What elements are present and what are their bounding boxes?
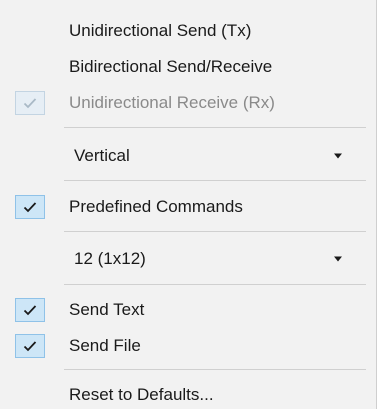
command-count-dropdown-value: 12 (1x12)	[74, 249, 146, 268]
checkmark-icon	[15, 91, 45, 115]
menu-item-label: Bidirectional Send/Receive	[69, 57, 273, 76]
orientation-dropdown[interactable]: Vertical	[0, 139, 368, 173]
menu-item-label: Send Text	[69, 300, 145, 319]
menu-separator	[64, 127, 366, 128]
context-menu: Unidirectional Send (Tx) Bidirectional S…	[0, 0, 377, 409]
chevron-down-icon	[334, 153, 342, 159]
checkmark-icon	[15, 298, 45, 322]
menu-item-send-text[interactable]: Send Text	[0, 293, 368, 327]
command-count-dropdown[interactable]: 12 (1x12)	[0, 242, 368, 276]
menu-item-send-file[interactable]: Send File	[0, 329, 368, 363]
menu-separator	[64, 284, 366, 285]
menu-item-bidirectional[interactable]: Bidirectional Send/Receive	[0, 50, 368, 84]
checkmark-icon	[15, 195, 45, 219]
menu-item-unidirectional-receive: Unidirectional Receive (Rx)	[0, 86, 368, 120]
menu-item-reset-defaults[interactable]: Reset to Defaults...	[0, 378, 368, 412]
menu-item-unidirectional-send[interactable]: Unidirectional Send (Tx)	[0, 14, 368, 48]
menu-item-label: Reset to Defaults...	[69, 385, 214, 404]
menu-item-predefined-commands[interactable]: Predefined Commands	[0, 190, 368, 224]
checkmark-icon	[15, 334, 45, 358]
menu-item-label: Send File	[69, 336, 141, 355]
menu-separator	[64, 180, 366, 181]
menu-separator	[64, 369, 366, 370]
menu-item-label: Unidirectional Send (Tx)	[69, 21, 252, 40]
chevron-down-icon	[334, 256, 342, 262]
menu-item-label: Predefined Commands	[69, 197, 243, 216]
orientation-dropdown-value: Vertical	[74, 146, 130, 165]
menu-separator	[64, 231, 366, 232]
menu-item-label: Unidirectional Receive (Rx)	[69, 93, 275, 112]
